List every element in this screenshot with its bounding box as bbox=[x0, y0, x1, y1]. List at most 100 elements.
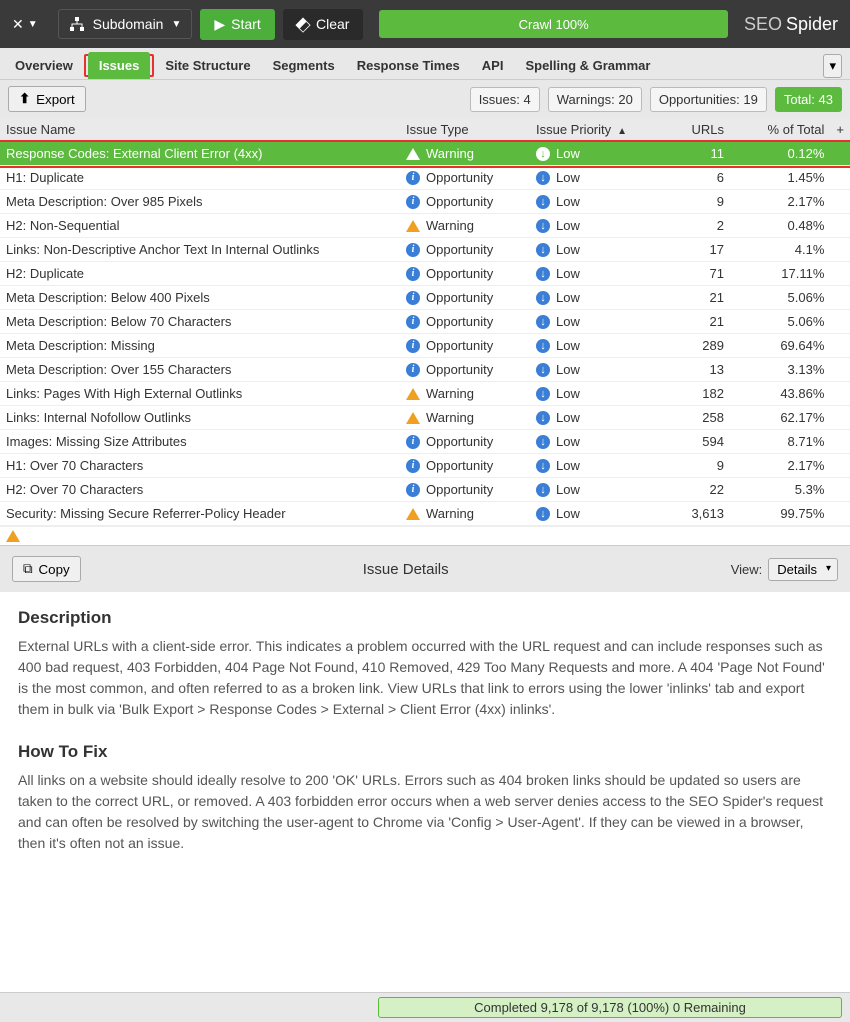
issue-priority-cell: Low bbox=[530, 454, 660, 478]
description-text: External URLs with a client-side error. … bbox=[18, 636, 832, 720]
status-progress: Completed 9,178 of 9,178 (100%) 0 Remain… bbox=[378, 997, 842, 1018]
copy-button[interactable]: ⧉ Copy bbox=[12, 556, 81, 582]
total-count-chip[interactable]: Total: 43 bbox=[775, 87, 842, 112]
tab-issues[interactable]: Issues bbox=[88, 52, 150, 79]
table-row[interactable]: H2: Non-SequentialWarningLow20.48% bbox=[0, 214, 850, 238]
urls-cell: 11 bbox=[660, 142, 730, 166]
subdomain-label: Subdomain bbox=[93, 16, 164, 32]
urls-cell: 3,613 bbox=[660, 502, 730, 526]
table-row[interactable]: H2: DuplicateOpportunityLow7117.11% bbox=[0, 262, 850, 286]
issue-priority-cell: Low bbox=[530, 502, 660, 526]
tab-site-structure[interactable]: Site Structure bbox=[154, 52, 261, 79]
priority-low-icon bbox=[536, 267, 550, 281]
table-row[interactable]: Meta Description: Over 155 CharactersOpp… bbox=[0, 358, 850, 382]
tabs-overflow-button[interactable]: ▾ bbox=[823, 54, 842, 78]
app-title: SEO Spider bbox=[744, 14, 838, 35]
summary-bar: ⬆ Export Issues: 4 Warnings: 20 Opportun… bbox=[0, 80, 850, 118]
issue-name-cell: H2: Non-Sequential bbox=[0, 214, 400, 238]
eraser-icon: ◧ bbox=[293, 13, 314, 34]
issue-priority-cell: Low bbox=[530, 286, 660, 310]
issue-type-cell: Opportunity bbox=[400, 334, 530, 358]
info-icon bbox=[406, 459, 420, 473]
export-button[interactable]: ⬆ Export bbox=[8, 86, 86, 112]
subdomain-mode-select[interactable]: Subdomain ▼ bbox=[58, 9, 193, 39]
info-icon bbox=[406, 291, 420, 305]
pct-cell: 0.48% bbox=[730, 214, 830, 238]
table-row[interactable]: Links: Internal Nofollow OutlinksWarning… bbox=[0, 406, 850, 430]
warning-icon bbox=[406, 220, 420, 232]
table-row[interactable]: H2: Over 70 CharactersOpportunityLow225.… bbox=[0, 478, 850, 502]
priority-low-icon bbox=[536, 411, 550, 425]
issue-name-cell: Meta Description: Below 70 Characters bbox=[0, 310, 400, 334]
view-select[interactable]: Details bbox=[768, 558, 838, 581]
issue-priority-cell: Low bbox=[530, 262, 660, 286]
warning-icon bbox=[6, 530, 20, 542]
issue-name-cell: Meta Description: Missing bbox=[0, 334, 400, 358]
info-icon bbox=[406, 171, 420, 185]
urls-cell: 9 bbox=[660, 190, 730, 214]
details-title: Issue Details bbox=[81, 561, 731, 578]
issue-name-cell: Links: Pages With High External Outlinks bbox=[0, 382, 400, 406]
opportunities-count-chip[interactable]: Opportunities: 19 bbox=[650, 87, 767, 112]
col-issue-priority[interactable]: Issue Priority▲ bbox=[530, 118, 660, 142]
table-row[interactable]: Meta Description: MissingOpportunityLow2… bbox=[0, 334, 850, 358]
issue-priority-cell: Low bbox=[530, 214, 660, 238]
tab-overview[interactable]: Overview bbox=[4, 52, 84, 79]
copy-icon: ⧉ bbox=[23, 561, 33, 577]
table-row[interactable]: Meta Description: Below 70 CharactersOpp… bbox=[0, 310, 850, 334]
details-content: Description External URLs with a client-… bbox=[0, 592, 850, 992]
priority-low-icon bbox=[536, 147, 550, 161]
tab-response-times[interactable]: Response Times bbox=[346, 52, 471, 79]
issue-name-cell: Response Codes: External Client Error (4… bbox=[0, 142, 400, 166]
issue-type-cell: Warning bbox=[400, 502, 530, 526]
warning-icon bbox=[406, 412, 420, 424]
start-button[interactable]: ▶ Start bbox=[200, 9, 274, 40]
close-icon[interactable]: ✕ bbox=[12, 16, 24, 33]
table-row[interactable]: H1: DuplicateOpportunityLow61.45% bbox=[0, 166, 850, 190]
chevron-down-icon[interactable]: ▼ bbox=[28, 19, 38, 30]
issue-type-cell: Opportunity bbox=[400, 454, 530, 478]
table-row[interactable]: H1: Over 70 CharactersOpportunityLow92.1… bbox=[0, 454, 850, 478]
partial-row bbox=[0, 526, 850, 545]
tab-api[interactable]: API bbox=[471, 52, 515, 79]
warnings-count-chip[interactable]: Warnings: 20 bbox=[548, 87, 642, 112]
issue-type-cell: Warning bbox=[400, 142, 530, 166]
issue-name-cell: Security: Missing Secure Referrer-Policy… bbox=[0, 502, 400, 526]
priority-low-icon bbox=[536, 339, 550, 353]
col-issue-type[interactable]: Issue Type bbox=[400, 118, 530, 142]
issue-type-cell: Opportunity bbox=[400, 286, 530, 310]
urls-cell: 9 bbox=[660, 454, 730, 478]
issue-type-cell: Opportunity bbox=[400, 358, 530, 382]
how-to-fix-heading: How To Fix bbox=[18, 742, 832, 762]
col-urls[interactable]: URLs bbox=[660, 118, 730, 142]
priority-low-icon bbox=[536, 243, 550, 257]
pct-cell: 2.17% bbox=[730, 454, 830, 478]
table-row[interactable]: Meta Description: Below 400 PixelsOpport… bbox=[0, 286, 850, 310]
table-row[interactable]: Images: Missing Size AttributesOpportuni… bbox=[0, 430, 850, 454]
issues-count-chip[interactable]: Issues: 4 bbox=[470, 87, 540, 112]
priority-low-icon bbox=[536, 507, 550, 521]
tab-spelling-grammar[interactable]: Spelling & Grammar bbox=[514, 52, 661, 79]
details-toolbar: ⧉ Copy Issue Details View: Details bbox=[0, 545, 850, 592]
table-row[interactable]: Meta Description: Over 985 PixelsOpportu… bbox=[0, 190, 850, 214]
table-row[interactable]: Links: Non-Descriptive Anchor Text In In… bbox=[0, 238, 850, 262]
issue-type-cell: Opportunity bbox=[400, 166, 530, 190]
col-pct[interactable]: % of Total bbox=[730, 118, 830, 142]
issue-priority-cell: Low bbox=[530, 166, 660, 190]
clear-button[interactable]: ◧ Clear bbox=[283, 9, 364, 40]
table-row[interactable]: Response Codes: External Client Error (4… bbox=[0, 142, 850, 166]
tab-segments[interactable]: Segments bbox=[262, 52, 346, 79]
col-issue-name[interactable]: Issue Name bbox=[0, 118, 400, 142]
issue-type-cell: Opportunity bbox=[400, 310, 530, 334]
description-heading: Description bbox=[18, 608, 832, 628]
pct-cell: 8.71% bbox=[730, 430, 830, 454]
issue-name-cell: H2: Over 70 Characters bbox=[0, 478, 400, 502]
table-row[interactable]: Links: Pages With High External Outlinks… bbox=[0, 382, 850, 406]
pct-cell: 62.17% bbox=[730, 406, 830, 430]
add-column-button[interactable]: + bbox=[830, 118, 850, 142]
table-row[interactable]: Security: Missing Secure Referrer-Policy… bbox=[0, 502, 850, 526]
info-icon bbox=[406, 243, 420, 257]
urls-cell: 2 bbox=[660, 214, 730, 238]
issue-priority-cell: Low bbox=[530, 190, 660, 214]
urls-cell: 22 bbox=[660, 478, 730, 502]
